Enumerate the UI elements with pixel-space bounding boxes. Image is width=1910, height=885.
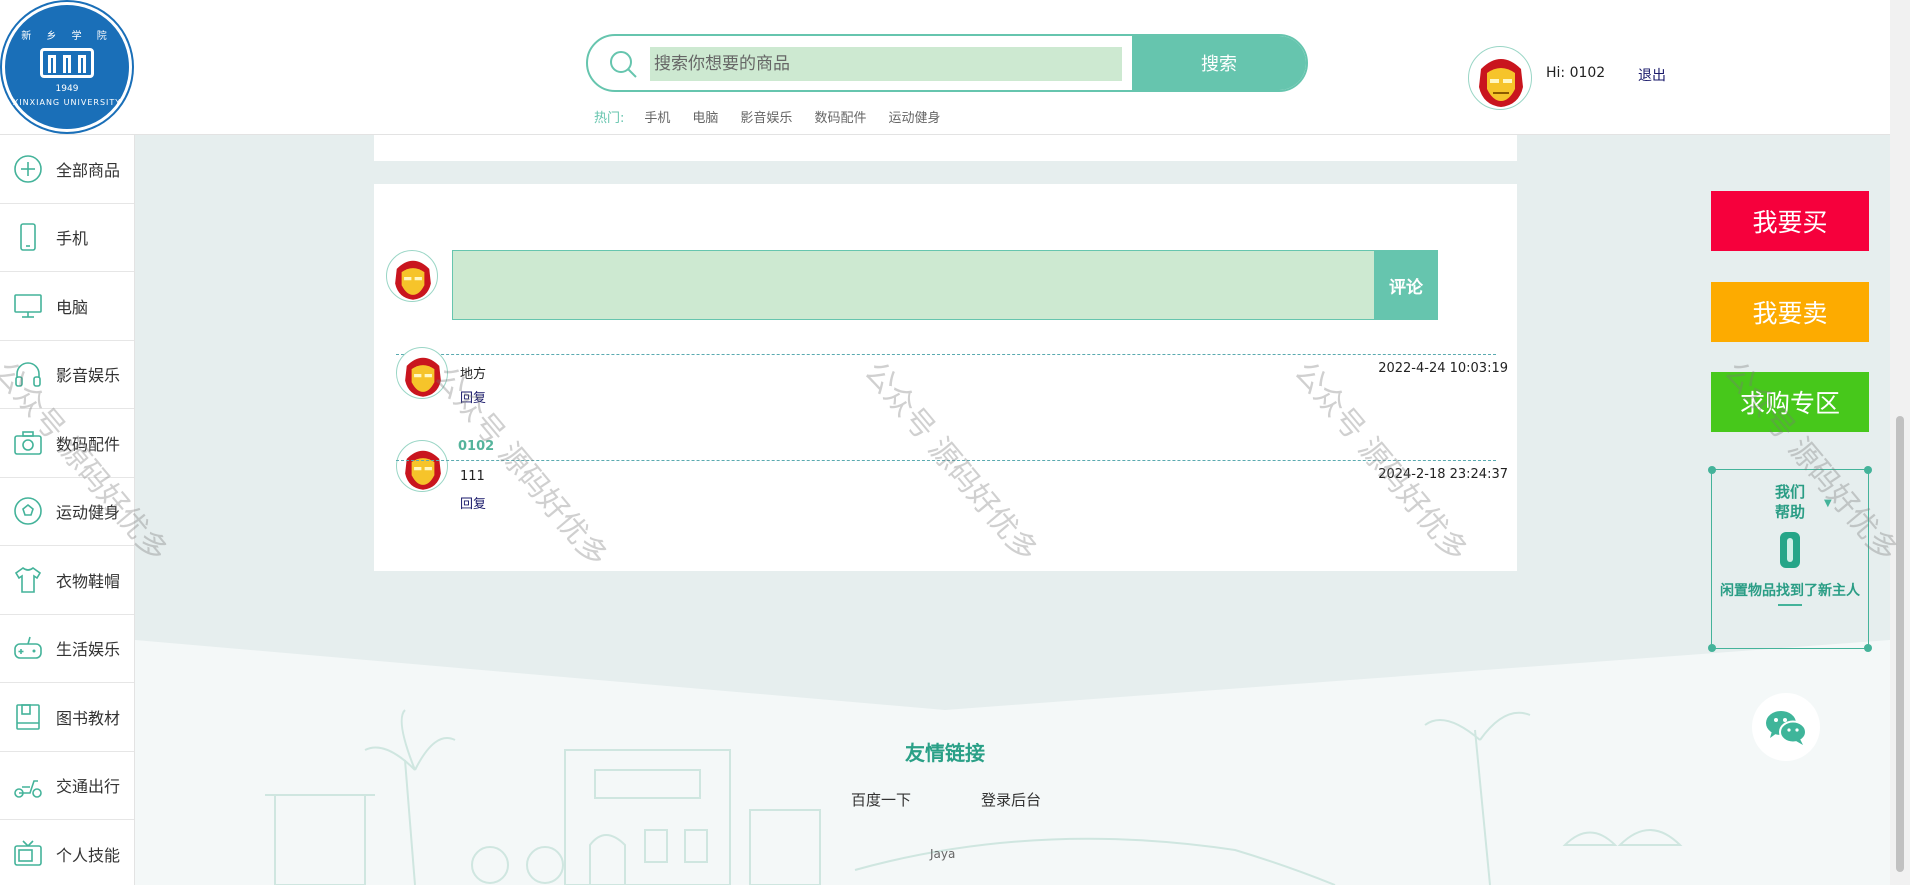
header: 新 乡 学 院 1949 XINXIANG UNIVERSITY 搜索 热门: … — [0, 0, 1890, 135]
comment-time: 2022-4-24 10:03:19 — [1378, 361, 1508, 376]
i-want-to-buy-button[interactable]: 我要买 — [1711, 191, 1869, 251]
sidebar-item-media[interactable]: 影音娱乐 — [0, 341, 134, 409]
logout-link[interactable]: 退出 — [1638, 65, 1666, 85]
comment-user-avatar — [386, 250, 438, 302]
comment-section: 评论 地方 2022-4-24 10:03:19 回复 0102 111 202… — [374, 184, 1517, 571]
hot-link-computer[interactable]: 电脑 — [692, 107, 718, 126]
sidebar-item-label: 图书教材 — [56, 708, 121, 728]
ironman-avatar-icon — [405, 357, 441, 397]
logo-year: 1949 — [55, 84, 79, 94]
comment-submit-button[interactable]: 评论 — [1374, 250, 1438, 320]
sidebar-item-sports[interactable]: 运动健身 — [0, 478, 134, 546]
comment-textarea[interactable] — [452, 250, 1396, 320]
corner-dot — [1708, 644, 1716, 652]
sidebar-item-transport[interactable]: 交通出行 — [0, 752, 134, 820]
gamepad-icon — [14, 637, 42, 660]
dropdown-arrow-icon: ▼ — [1824, 498, 1832, 509]
book-icon — [16, 703, 40, 730]
comment-author-avatar — [396, 347, 448, 399]
sidebar-item-books[interactable]: 图书教材 — [0, 683, 134, 752]
hot-link-sports[interactable]: 运动健身 — [888, 107, 940, 126]
sidebar-item-label: 电脑 — [56, 297, 89, 317]
camera-icon — [14, 430, 42, 455]
logo-bottom-text: XINXIANG UNIVERSITY — [12, 98, 122, 107]
sidebar-item-label: 影音娱乐 — [56, 366, 121, 386]
scrollbar-thumb[interactable] — [1896, 416, 1904, 872]
headphones-icon — [15, 362, 41, 388]
sidebar-item-clothing[interactable]: 衣物鞋帽 — [0, 546, 134, 615]
help-title: 我们帮助 — [1774, 483, 1805, 521]
product-detail-card — [374, 135, 1517, 161]
sidebar-item-all[interactable]: 全部商品 — [0, 135, 134, 204]
phone-icon — [20, 223, 36, 252]
sidebar-item-label: 个人技能 — [56, 845, 121, 865]
user-greeting: Hi: 0102 — [1546, 65, 1606, 81]
sidebar-item-label: 交通出行 — [56, 777, 121, 797]
ironman-avatar-icon — [1479, 59, 1523, 107]
corner-dot — [1708, 466, 1716, 474]
hot-link-digital[interactable]: 数码配件 — [814, 107, 866, 126]
sidebar-item-label: 生活娱乐 — [56, 640, 121, 660]
comment-author: 0102 — [458, 439, 495, 454]
search-button[interactable]: 搜索 — [1132, 36, 1306, 90]
hot-link-phone[interactable]: 手机 — [644, 107, 670, 126]
hot-searches: 热门: 手机 电脑 影音娱乐 数码配件 运动健身 — [594, 107, 962, 126]
sidebar-item-phone[interactable]: 手机 — [0, 204, 134, 272]
search-box: 搜索 — [586, 34, 1308, 92]
plus-circle-icon — [14, 154, 42, 183]
help-divider — [1778, 604, 1802, 606]
reply-link[interactable]: 回复 — [460, 493, 486, 512]
category-sidebar: 全部商品 手机 电脑 影音娱乐 数码配件 运动健身 衣物鞋帽 生活娱乐 图书教材… — [0, 135, 135, 885]
corner-dot — [1864, 466, 1872, 474]
reply-link[interactable]: 回复 — [460, 387, 486, 406]
footer-link-baidu[interactable]: 百度一下 — [851, 789, 911, 810]
university-logo[interactable]: 新 乡 学 院 1949 XINXIANG UNIVERSITY — [2, 2, 132, 132]
user-avatar[interactable] — [1468, 46, 1532, 110]
logo-gate-icon — [40, 48, 94, 78]
logo-top-text: 新 乡 学 院 — [21, 31, 113, 42]
wanted-zone-button[interactable]: 求购专区 — [1711, 372, 1869, 432]
sidebar-item-label: 运动健身 — [56, 503, 121, 523]
corner-dot — [1864, 644, 1872, 652]
counter-bar-icon — [1780, 532, 1800, 568]
hot-label: 热门: — [594, 111, 625, 126]
search-icon — [610, 51, 637, 78]
scooter-icon — [14, 780, 42, 799]
soccer-ball-icon — [14, 497, 42, 526]
hot-link-media[interactable]: 影音娱乐 — [740, 107, 792, 126]
footer-link-admin-login[interactable]: 登录后台 — [981, 789, 1041, 810]
ironman-avatar-icon — [395, 260, 431, 300]
sidebar-item-label: 手机 — [56, 229, 89, 249]
comment-input-wrap: 评论 — [452, 250, 1438, 320]
footer-credit: Jaya — [930, 847, 956, 861]
comment-item: 111 2024-2-18 23:24:37 回复 — [396, 460, 1508, 540]
wechat-icon — [1766, 711, 1807, 745]
comment-time: 2024-2-18 23:24:37 — [1378, 467, 1508, 482]
tv-icon — [14, 840, 42, 866]
wechat-button[interactable] — [1752, 693, 1820, 761]
sidebar-item-skills[interactable]: 个人技能 — [0, 820, 134, 885]
sidebar-item-computer[interactable]: 电脑 — [0, 272, 134, 341]
sidebar-item-life[interactable]: 生活娱乐 — [0, 615, 134, 683]
sidebar-item-label: 全部商品 — [56, 160, 121, 180]
computer-icon — [14, 293, 42, 318]
search-input[interactable] — [650, 47, 1122, 81]
shirt-icon — [14, 566, 42, 593]
comment-item: 地方 2022-4-24 10:03:19 回复 — [396, 347, 1508, 434]
help-widget[interactable]: 我们帮助 ▼ 闲置物品找到了新主人 — [1708, 466, 1872, 652]
sidebar-item-label: 数码配件 — [56, 434, 121, 454]
comment-author: 地方 — [460, 367, 487, 382]
sidebar-item-label: 衣物鞋帽 — [56, 571, 121, 591]
help-text: 闲置物品找到了新主人 — [1720, 583, 1860, 599]
footer-title: 友情链接 — [905, 741, 985, 765]
sidebar-item-digital[interactable]: 数码配件 — [0, 409, 134, 478]
i-want-to-sell-button[interactable]: 我要卖 — [1711, 282, 1869, 342]
comment-body: 111 — [460, 469, 485, 484]
